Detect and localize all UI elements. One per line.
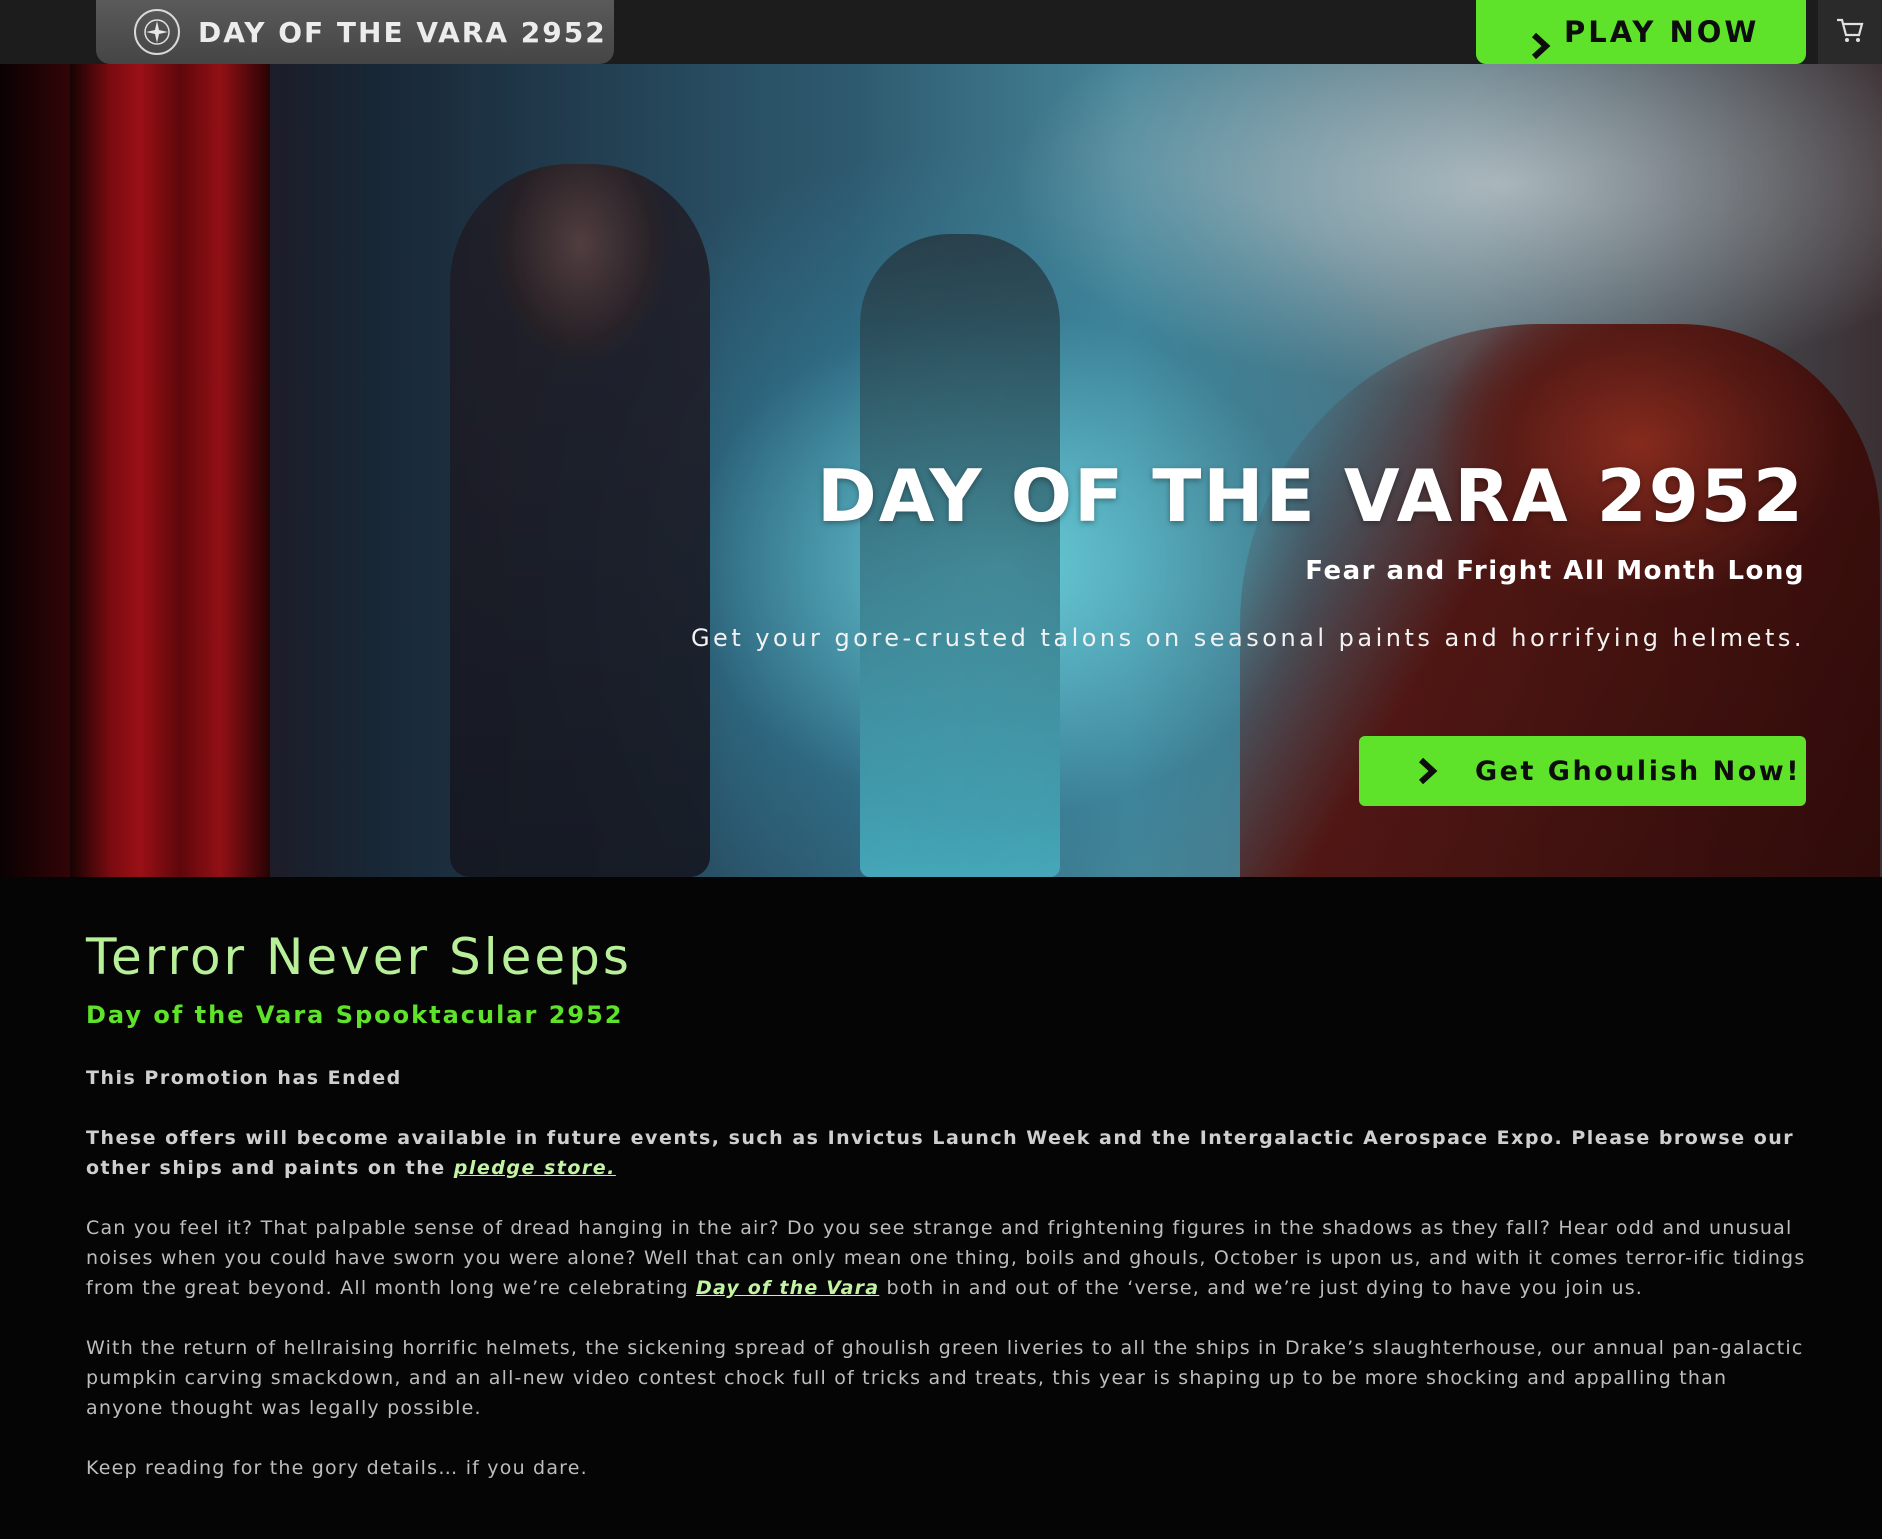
get-ghoulish-label: Get Ghoulish Now!	[1475, 755, 1802, 787]
promotion-ended-notice: This Promotion has Ended	[86, 1067, 402, 1089]
pledge-store-link[interactable]: pledge store.	[454, 1157, 616, 1179]
chevron-right-icon	[1417, 757, 1475, 785]
brand-tab[interactable]: DAY OF THE VARA 2952	[96, 0, 614, 64]
section-subtitle: Day of the Vara Spooktacular 2952	[86, 1001, 624, 1029]
day-of-the-vara-link[interactable]: Day of the Vara	[696, 1277, 879, 1299]
top-bar: DAY OF THE VARA 2952 PLAY NOW	[0, 0, 1882, 64]
play-now-button[interactable]: PLAY NOW	[1476, 0, 1806, 64]
intro-text-end: both in and out of the ‘verse, and we’re…	[879, 1277, 1644, 1299]
get-ghoulish-button[interactable]: Get Ghoulish Now!	[1359, 736, 1806, 806]
hero-text-block: DAY OF THE VARA 2952 Fear and Fright All…	[605, 460, 1805, 652]
offers-paragraph: These offers will become available in fu…	[86, 1123, 1806, 1183]
closing-paragraph: Keep reading for the gory details… if yo…	[86, 1457, 588, 1479]
brand-title: DAY OF THE VARA 2952	[198, 15, 607, 49]
cart-icon	[1835, 16, 1865, 48]
hero-title: DAY OF THE VARA 2952	[816, 454, 1805, 538]
hero-subtitle: Fear and Fright All Month Long	[1305, 556, 1805, 586]
section-title: Terror Never Sleeps	[86, 928, 632, 986]
offers-text: These offers will become available in fu…	[86, 1127, 1795, 1179]
star-citizen-emblem-icon	[134, 9, 180, 55]
play-now-label: PLAY NOW	[1564, 15, 1760, 49]
details-paragraph: With the return of hellraising horrific …	[86, 1337, 1804, 1419]
hero-description: Get your gore-crusted talons on seasonal…	[690, 624, 1805, 652]
article-content: Terror Never Sleeps Day of the Vara Spoo…	[86, 930, 1806, 1483]
intro-paragraph: Can you feel it? That palpable sense of …	[86, 1213, 1806, 1303]
cart-button[interactable]	[1818, 0, 1882, 64]
hero-banner: DAY OF THE VARA 2952 Fear and Fright All…	[0, 64, 1882, 877]
